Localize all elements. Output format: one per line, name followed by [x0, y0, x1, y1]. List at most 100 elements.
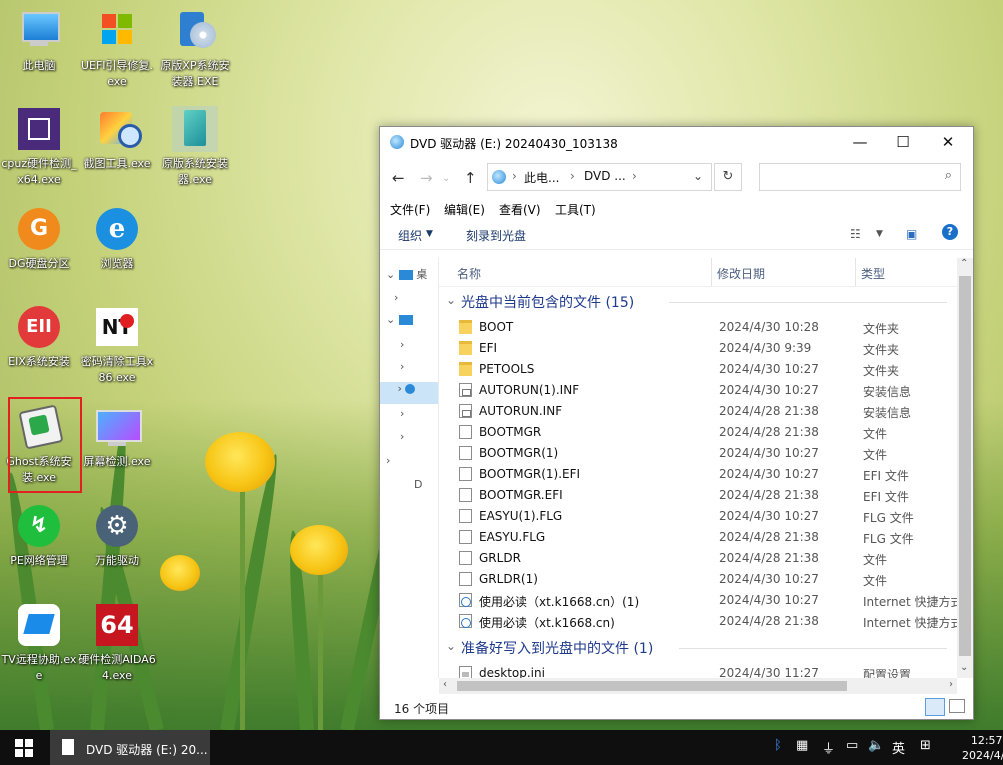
nav-item[interactable]: ›: [400, 430, 404, 452]
horizontal-scrollbar[interactable]: ‹ ›: [439, 678, 957, 694]
view-dropdown-icon[interactable]: ▼: [876, 229, 883, 239]
group-header-ready-to-burn[interactable]: ⌄ 准备好写入到光盘中的文件 (1): [439, 636, 957, 660]
forward-arrow-icon[interactable]: →: [420, 169, 433, 187]
back-arrow-icon[interactable]: ←: [392, 169, 405, 187]
file-row[interactable]: PETOOLS 2024/4/30 10:27 文件夹: [439, 359, 957, 380]
taskbar-item-explorer[interactable]: DVD 驱动器 (E:) 20...: [50, 730, 210, 765]
nav-item[interactable]: ›: [400, 338, 404, 360]
desktop-icon-password-clear[interactable]: NT 密码清除工具x86.exe: [78, 304, 156, 386]
column-header-name[interactable]: 名称: [457, 265, 481, 282]
minimize-button[interactable]: —: [840, 127, 880, 157]
nav-item[interactable]: ›: [400, 360, 404, 382]
desktop-icon-dg-partition[interactable]: G DG硬盘分区: [0, 206, 78, 272]
desktop-icon-eix-installer[interactable]: EII EIX系统安装: [0, 304, 78, 370]
desktop-icon-system-installer[interactable]: 原版系统安装器.exe: [156, 106, 234, 188]
search-input[interactable]: ⌕: [759, 163, 961, 191]
desktop-icon-aida64[interactable]: 64 硬件检测AIDA64.exe: [78, 602, 156, 684]
details-view-icon[interactable]: [925, 698, 945, 716]
column-header-modified[interactable]: 修改日期: [717, 265, 765, 282]
file-date: 2024/4/30 10:27: [719, 467, 819, 481]
scroll-down-icon[interactable]: ⌄: [960, 662, 968, 673]
scroll-thumb[interactable]: [959, 276, 971, 656]
help-icon[interactable]: ?: [942, 224, 958, 240]
maximize-button[interactable]: ☐: [883, 127, 923, 157]
desktop-icon-uefi-repair[interactable]: UEFI引导修复.exe: [78, 8, 156, 90]
close-button[interactable]: ✕: [928, 127, 968, 157]
view-options-icon[interactable]: ☷: [850, 227, 861, 241]
burn-to-disc-button[interactable]: 刻录到光盘: [466, 227, 526, 244]
file-row[interactable]: BOOTMGR.EFI 2024/4/28 21:38 EFI 文件: [439, 485, 957, 506]
up-arrow-icon[interactable]: ↑: [464, 169, 477, 187]
color-palette-icon[interactable]: ▦: [796, 738, 808, 753]
file-date: 2024/4/28 21:38: [719, 404, 819, 418]
scroll-left-icon[interactable]: ‹: [443, 679, 447, 690]
preview-pane-icon[interactable]: ▣: [906, 227, 917, 241]
ime-language[interactable]: 英: [892, 738, 905, 757]
network-icon[interactable]: ▭: [846, 738, 858, 753]
nav-item[interactable]: ⌄: [386, 313, 413, 335]
computer-icon: [16, 8, 62, 54]
desktop-icon-browser[interactable]: e 浏览器: [78, 206, 156, 272]
organize-dropdown-icon[interactable]: ▼: [426, 229, 433, 239]
clock[interactable]: 12:57 2024/4/3: [962, 733, 1003, 763]
nav-item-desktop[interactable]: ⌄ 桌: [386, 266, 427, 288]
scroll-right-icon[interactable]: ›: [949, 679, 953, 690]
nav-item[interactable]: ›: [394, 291, 398, 313]
menu-tools[interactable]: 工具(T): [555, 201, 596, 218]
bluetooth-icon[interactable]: ᛒ: [774, 738, 782, 753]
group-header-on-disc[interactable]: ⌄ 光盘中当前包含的文件 (15): [439, 290, 957, 314]
file-row[interactable]: EASYU.FLG 2024/4/28 21:38 FLG 文件: [439, 527, 957, 548]
desktop-icon-universal-driver[interactable]: ⚙ 万能驱动: [78, 503, 156, 569]
desktop-icon-this-pc[interactable]: 此电脑: [0, 8, 78, 74]
menu-view[interactable]: 查看(V): [499, 201, 541, 218]
vertical-scrollbar[interactable]: ⌃ ⌄: [957, 258, 973, 678]
desktop-icon-xp-installer[interactable]: 原版XP系统安装器.EXE: [156, 8, 234, 90]
file-type: FLG 文件: [863, 532, 914, 546]
organize-button[interactable]: 组织: [398, 227, 422, 244]
file-row[interactable]: EASYU(1).FLG 2024/4/30 10:27 FLG 文件: [439, 506, 957, 527]
title-bar[interactable]: DVD 驱动器 (E:) 20240430_103138 — ☐ ✕: [380, 127, 973, 159]
desktop-icon-screenshot-tool[interactable]: 截图工具.exe: [78, 106, 156, 172]
file-row[interactable]: BOOT 2024/4/30 10:28 文件夹: [439, 317, 957, 338]
file-row[interactable]: EFI 2024/4/30 9:39 文件夹: [439, 338, 957, 359]
file-row[interactable]: BOOTMGR(1) 2024/4/30 10:27 文件: [439, 443, 957, 464]
recent-chevron-icon[interactable]: ⌄: [442, 173, 450, 184]
volume-icon[interactable]: 🔈: [868, 738, 884, 753]
menu-file[interactable]: 文件(F): [390, 201, 430, 218]
nav-item[interactable]: D: [414, 478, 422, 500]
large-icons-view-icon[interactable]: [949, 699, 965, 713]
file-row[interactable]: 使用必读（xt.k1668.cn）(1) 2024/4/30 10:27 Inter…: [439, 590, 957, 611]
file-row[interactable]: GRLDR(1) 2024/4/30 10:27 文件: [439, 569, 957, 590]
file-row[interactable]: GRLDR 2024/4/28 21:38 文件: [439, 548, 957, 569]
nav-item[interactable]: ›: [400, 407, 404, 429]
desktop-icon-tv-remote[interactable]: TV远程协助.exe: [0, 602, 78, 684]
collapse-chevron-icon[interactable]: ⌄: [446, 639, 456, 653]
collapse-chevron-icon[interactable]: ⌄: [446, 293, 456, 307]
scroll-up-icon[interactable]: ⌃: [960, 258, 968, 269]
file-name: GRLDR: [479, 551, 521, 565]
file-row[interactable]: desktop.ini 2024/4/30 11:27 配置设置: [439, 663, 957, 678]
menu-edit[interactable]: 编辑(E): [444, 201, 485, 218]
start-button[interactable]: [0, 730, 48, 765]
nav-item-network[interactable]: ›: [386, 454, 390, 476]
desktop-icon-label: cpuz硬件检测_x64.exe: [1, 157, 77, 186]
breadcrumb-item[interactable]: 此电...: [524, 169, 559, 186]
file-row[interactable]: AUTORUN(1).INF 2024/4/30 10:27 安装信息: [439, 380, 957, 401]
refresh-button[interactable]: ↻: [714, 163, 742, 191]
usb-icon[interactable]: ⏚: [822, 738, 835, 757]
file-row[interactable]: AUTORUN.INF 2024/4/28 21:38 安装信息: [439, 401, 957, 422]
ime-mode-icon[interactable]: ⊞: [920, 738, 931, 753]
address-bar[interactable]: › 此电... › DVD ... › ⌄: [487, 163, 712, 191]
breadcrumb-item[interactable]: DVD ...: [584, 169, 626, 183]
file-row[interactable]: 使用必读（xt.k1668.cn) 2024/4/28 21:38 Internet…: [439, 611, 957, 632]
desktop-icon-pe-network[interactable]: ↯ PE网络管理: [0, 503, 78, 569]
column-header-type[interactable]: 类型: [861, 265, 885, 282]
address-dropdown-icon[interactable]: ⌄: [693, 169, 703, 183]
desktop-icon-cpuz[interactable]: cpuz硬件检测_x64.exe: [0, 106, 78, 188]
dg-partition-icon: G: [16, 206, 62, 252]
desktop-icon-screen-test[interactable]: 屏幕检测.exe: [78, 404, 156, 470]
file-row[interactable]: BOOTMGR(1).EFI 2024/4/30 10:27 EFI 文件: [439, 464, 957, 485]
scroll-thumb[interactable]: [457, 681, 847, 691]
file-row[interactable]: BOOTMGR 2024/4/28 21:38 文件: [439, 422, 957, 443]
nav-item-dvd-selected[interactable]: ›: [380, 382, 438, 404]
